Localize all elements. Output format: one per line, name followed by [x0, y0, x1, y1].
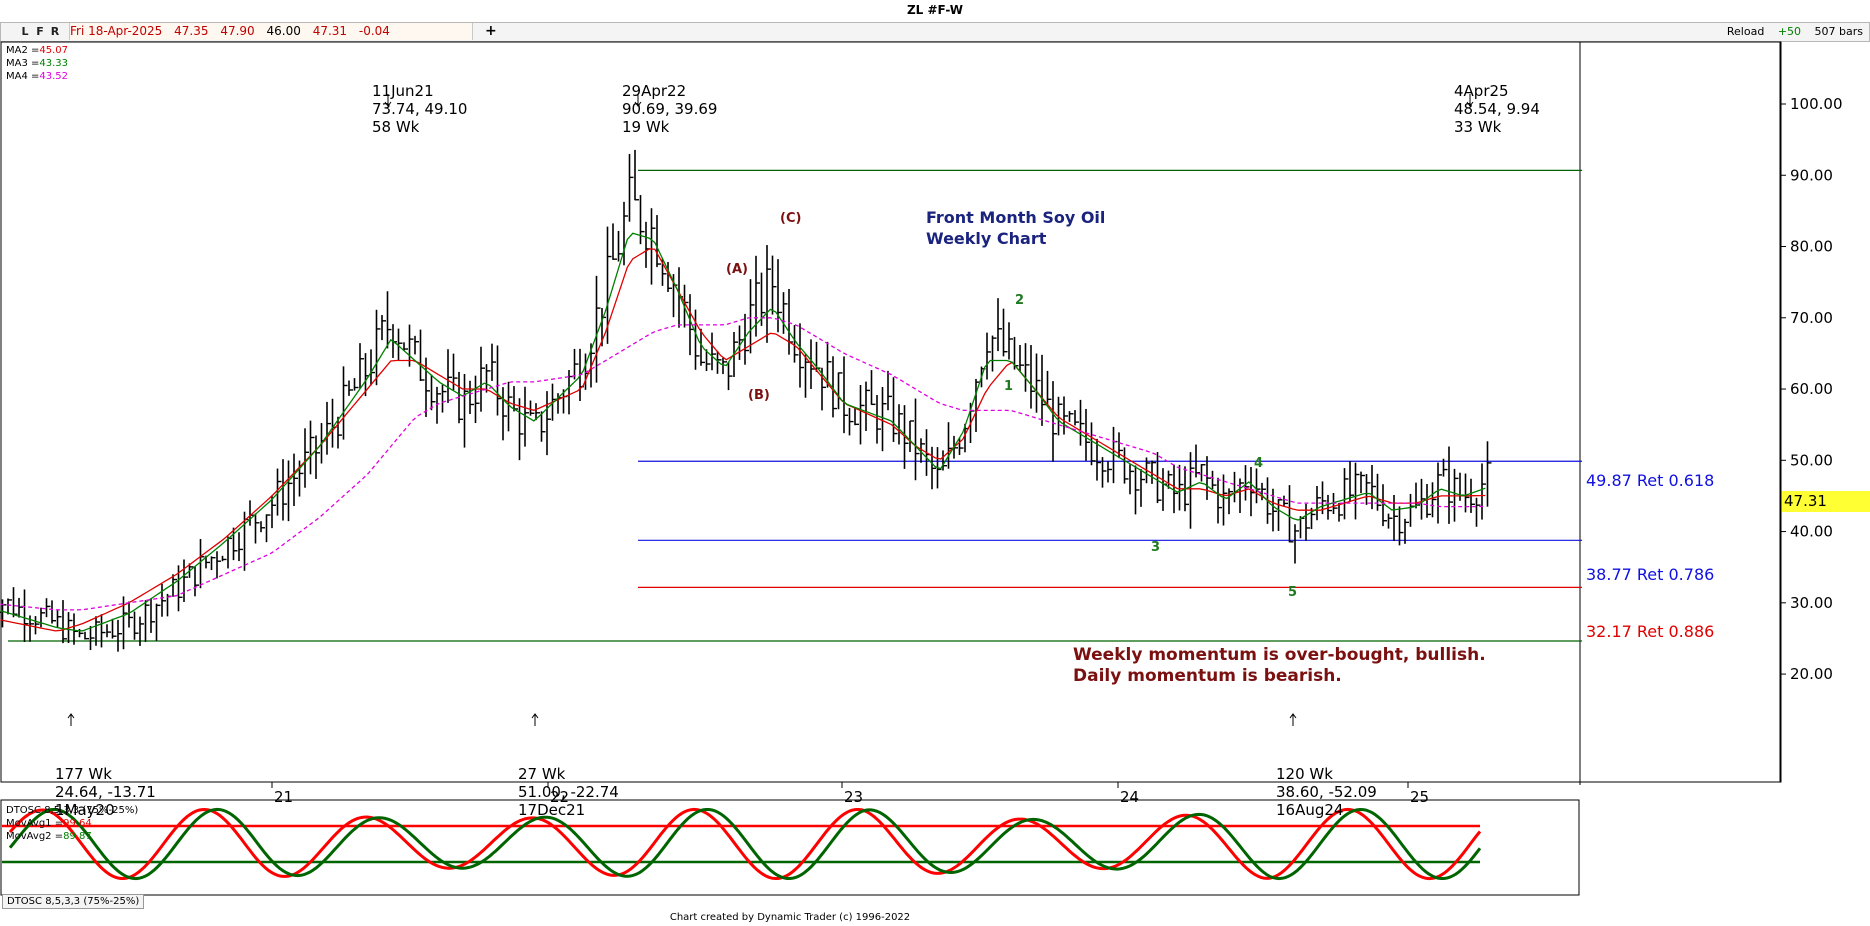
wave-label-A: (A) — [726, 262, 748, 277]
y-tick-label-1: 30.00 — [1790, 594, 1833, 612]
ma3-legend: MA3 =43.33 — [6, 58, 69, 69]
peak-annotation-2025: 4Apr25 48.54, 9.94 33 Wk — [1454, 82, 1540, 136]
last-price-marker: 47.31 — [1782, 491, 1870, 512]
y-tick-label-8: 100.00 — [1790, 95, 1843, 113]
low-annotation-2024: 120 Wk 38.60, -52.09 16Aug24 — [1276, 765, 1377, 819]
mov2-legend: MovAvg2 =89.87 — [6, 831, 92, 842]
retracement-label-618: 49.87 Ret 0.618 — [1586, 471, 1715, 490]
y-tick-label-5: 70.00 — [1790, 309, 1833, 327]
mov1-legend: MovAvg1 =99.64 — [6, 818, 92, 829]
y-tick-label-6: 80.00 — [1790, 238, 1833, 256]
y-tick-label-3: 50.00 — [1790, 451, 1833, 469]
ma-legend: MA2 =45.07 MA3 =43.33 MA4 =43.52 — [6, 44, 68, 83]
chart-heading: Front Month Soy Oil Weekly Chart — [926, 208, 1106, 248]
wave-label-2: 2 — [1015, 293, 1025, 308]
peak-annotation-2022: 29Apr22 90.69, 39.69 19 Wk — [622, 82, 718, 136]
annotation-arrow-5 — [1289, 713, 1297, 726]
oscillator-name: DTOSC 8,5,3,3 (75%-25%) — [6, 805, 139, 816]
ma3-line — [0, 232, 1486, 632]
annotation-arrow-3 — [67, 713, 75, 726]
ma4-legend: MA4 =43.52 — [6, 71, 69, 82]
wave-label-4: 4 — [1254, 456, 1264, 471]
oscillator-legend: DTOSC 8,5,3,3 (75%-25%) MovAvg1 =99.64 M… — [6, 804, 138, 843]
retracement-label-886: 32.17 Ret 0.886 — [1586, 622, 1715, 641]
x-tick-label-4: 25 — [1410, 788, 1429, 806]
wave-label-1: 1 — [1004, 379, 1014, 394]
retracement-label-786: 38.77 Ret 0.786 — [1586, 565, 1715, 584]
x-tick-label-0: 21 — [274, 788, 293, 806]
ma2-legend: MA2 =45.07 — [6, 45, 69, 56]
oscillator-tab[interactable]: DTOSC 8,5,3,3 (75%-25%) — [2, 894, 145, 909]
y-tick-label-7: 90.00 — [1790, 166, 1833, 184]
peak-annotation-2021: 11Jun21 73.74, 49.10 58 Wk — [372, 82, 468, 136]
x-tick-label-2: 23 — [844, 788, 863, 806]
oscillator-slow-line — [8, 807, 1482, 881]
annotation-arrow-4 — [531, 713, 539, 726]
ma2-line — [0, 248, 1486, 632]
y-tick-label-4: 60.00 — [1790, 380, 1833, 398]
y-tick-label-0: 20.00 — [1790, 665, 1833, 683]
y-tick-label-2: 40.00 — [1790, 523, 1833, 541]
wave-label-5: 5 — [1288, 585, 1298, 600]
footer-credit: Chart created by Dynamic Trader (c) 1996… — [669, 912, 911, 923]
wave-label-3: 3 — [1151, 540, 1161, 555]
price-chart[interactable]: 20.00 30.00 40.00 50.00 60.00 70.00 80.00 90.00… — [0, 0, 1870, 926]
wave-label-B: (B) — [748, 388, 770, 403]
momentum-commentary: Weekly momentum is over-bought, bullish.… — [1073, 645, 1486, 686]
low-annotation-2021: 27 Wk 51.00, -22.74 17Dec21 — [518, 765, 619, 819]
wave-label-C: (C) — [780, 211, 802, 226]
x-tick-label-3: 24 — [1120, 788, 1139, 806]
